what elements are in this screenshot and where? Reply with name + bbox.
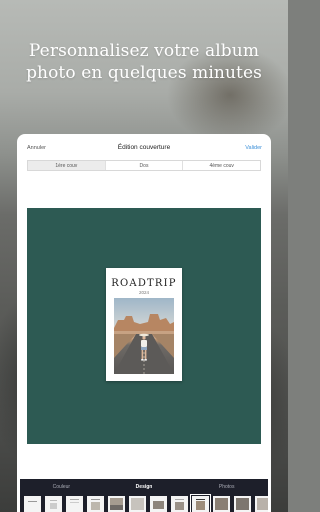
cover-title: ROADTRIP (111, 278, 177, 289)
design-thumbnail[interactable] (255, 496, 268, 512)
design-thumbnails (20, 494, 268, 512)
design-thumbnail[interactable] (87, 496, 104, 512)
cover-canvas: ROADTRIP 2024 (27, 208, 261, 444)
design-thumbnail[interactable] (234, 496, 251, 512)
cover-photo[interactable] (114, 298, 174, 374)
design-thumbnail[interactable] (213, 496, 230, 512)
tab-back-cover[interactable]: 4ème couv (183, 161, 260, 170)
tab-color[interactable]: Couleur (20, 483, 103, 492)
design-thumbnail[interactable] (66, 496, 83, 512)
design-thumbnail[interactable] (129, 496, 146, 512)
design-panel: Couleur Design Photos (20, 479, 268, 512)
album-cover[interactable]: ROADTRIP 2024 (106, 268, 182, 381)
tab-spine[interactable]: Dos (106, 161, 184, 170)
tab-photos[interactable]: Photos (185, 483, 268, 492)
editor-topbar: Annuler Édition couverture Valider (17, 134, 271, 160)
design-thumbnail[interactable] (24, 496, 41, 512)
tablet-screen: Annuler Édition couverture Valider 1ère … (17, 134, 271, 512)
design-thumbnail[interactable] (45, 496, 62, 512)
promo-headline: Personnalisez votre album photo en quelq… (26, 41, 262, 83)
editor-title: Édition couverture (117, 144, 171, 151)
design-thumbnail-selected[interactable] (190, 494, 211, 512)
cover-year: 2024 (138, 290, 149, 295)
design-thumbnail[interactable] (108, 496, 125, 512)
design-thumbnail[interactable] (150, 496, 167, 512)
validate-button[interactable]: Valider (245, 145, 262, 151)
cover-tabs: 1ère couv Dos 4ème couv (27, 160, 261, 171)
tab-front-cover[interactable]: 1ère couv (28, 161, 106, 170)
design-thumbnail[interactable] (171, 496, 188, 512)
panel-tabs: Couleur Design Photos (20, 483, 268, 492)
roadtrip-photo-illustration (114, 298, 174, 374)
tab-design[interactable]: Design (103, 483, 186, 492)
